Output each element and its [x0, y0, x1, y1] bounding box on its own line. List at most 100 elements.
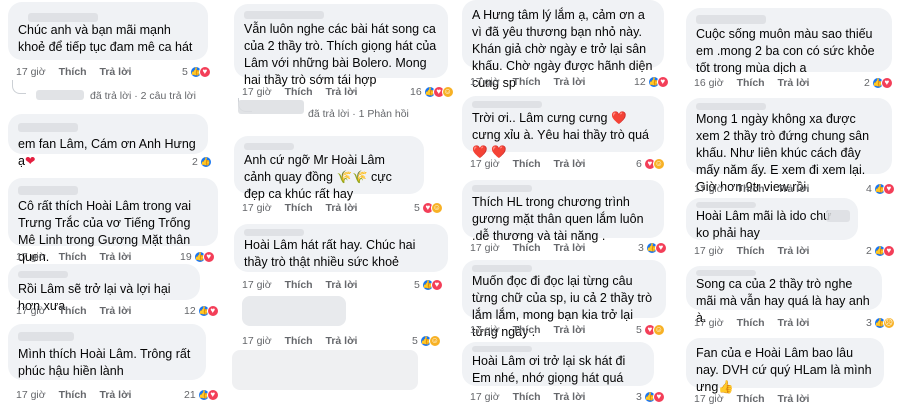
replies-count: 2 câu trả lời	[140, 90, 196, 102]
like-link[interactable]: Thích	[737, 183, 765, 195]
like-link[interactable]: Thích	[513, 242, 541, 254]
commenter-name-redacted	[18, 271, 68, 278]
comment-time: 17 giờ	[470, 76, 500, 88]
comment-meta: 17 giờ Thích Trả lời	[470, 391, 585, 403]
reply-link[interactable]: Trả lời	[778, 77, 810, 89]
reaction-summary[interactable]: 21 👍 ♥	[184, 389, 219, 401]
reply-link[interactable]: Trả lời	[100, 305, 132, 317]
like-link[interactable]: Thích	[513, 324, 541, 336]
reply-link[interactable]: Trả lời	[326, 279, 358, 291]
reaction-summary[interactable]: 3 👍 ☹	[866, 317, 895, 329]
replied-label: đã trả lời	[308, 108, 350, 120]
reaction-count: 12	[634, 76, 646, 88]
comment-text: Cuộc sống muôn màu sao thiếu em .mong 2 …	[696, 27, 875, 75]
reply-link[interactable]: Trả lời	[326, 202, 358, 214]
comment-bubble: Thích HL trong chương trình gương mặt th…	[462, 180, 664, 243]
reply-link[interactable]: Trả lời	[554, 391, 586, 403]
reply-link[interactable]: Trả lời	[778, 183, 810, 195]
comment-bubble: A Hưng tâm lý lắm ạ, cảm ơn a vì đã yêu …	[462, 0, 664, 90]
reaction-summary[interactable]: 5 👍 ♥	[414, 279, 443, 291]
love-reaction-icon: ♥	[206, 305, 219, 317]
reply-link[interactable]: Trả lời	[100, 66, 132, 78]
reply-link[interactable]: Trả lời	[554, 242, 586, 254]
commenter-name-redacted	[472, 346, 532, 352]
comment-bubble: Mình thích Hoài Lâm. Trông rất phúc hậu …	[8, 324, 206, 380]
comment-meta: 17 giờ Thích Trả lời	[694, 317, 809, 329]
reply-link[interactable]: Trả lời	[554, 76, 586, 88]
like-link[interactable]: Thích	[737, 77, 765, 89]
reaction-summary[interactable]: 3 👍 ♥	[636, 391, 665, 403]
reaction-summary[interactable]: 5 ♥ ☺	[636, 324, 665, 336]
like-link[interactable]: Thích	[513, 76, 541, 88]
like-link[interactable]: Thích	[59, 66, 87, 78]
sad-reaction-icon: ☹	[882, 317, 895, 329]
reaction-summary[interactable]: 2 👍 ♥	[864, 77, 893, 89]
reaction-summary[interactable]: 12 👍 ♥	[634, 76, 669, 88]
comment-text: em fan Lâm, Cám ơn Anh Hưng ạ❤	[18, 137, 196, 168]
like-link[interactable]: Thích	[285, 279, 313, 291]
reply-link[interactable]: Trả lời	[554, 158, 586, 170]
love-reaction-icon: ♥	[198, 66, 211, 78]
commenter-name-redacted	[18, 186, 78, 195]
reaction-summary[interactable]: 19 👍 ♥	[180, 251, 215, 263]
like-link[interactable]: Thích	[513, 158, 541, 170]
reply-link[interactable]: Trả lời	[100, 251, 132, 263]
like-link[interactable]: Thích	[285, 202, 313, 214]
comment-time: 17 giờ	[16, 305, 46, 317]
reaction-summary[interactable]: 5 👍 ☺	[412, 335, 441, 347]
love-reaction-icon: ♥	[430, 279, 443, 291]
like-link[interactable]: Thích	[285, 335, 313, 347]
reaction-summary[interactable]: 3 👍 ♥	[638, 242, 667, 254]
comment-time: 17 giờ	[470, 158, 500, 170]
comment-meta: 17 giờ Thích Trả lời	[16, 66, 131, 78]
reaction-summary[interactable]: 5 👍 ♥	[182, 66, 211, 78]
comment-time: 17 giờ	[242, 86, 272, 98]
comment-meta: 17 giờ Thích Trả lời	[694, 245, 809, 257]
heart-icon: ❤	[24, 154, 36, 168]
like-link[interactable]: Thích	[59, 305, 87, 317]
love-reaction-icon: ♥	[882, 183, 895, 195]
reaction-summary[interactable]: 12 👍 ♥	[184, 305, 219, 317]
reply-thread-link[interactable]: đã trả lời · 2 câu trả lời	[90, 90, 196, 102]
reaction-count: 3	[866, 317, 872, 329]
replied-label: đã trả lời	[90, 90, 132, 102]
like-link[interactable]: Thích	[59, 389, 87, 401]
like-link[interactable]: Thích	[737, 317, 765, 329]
reaction-summary[interactable]: 16 👍 ♥ ☺	[410, 86, 454, 98]
reply-link[interactable]: Trả lời	[778, 317, 810, 329]
reaction-count: 5	[636, 324, 642, 336]
reply-thread-link[interactable]: đã trả lời · 1 Phản hồi	[308, 108, 409, 120]
comment-meta: 17 giờ Thích Trả lời	[16, 251, 131, 263]
commenter-name-redacted	[18, 332, 74, 341]
reaction-summary[interactable]: 6 ♥ ☺	[636, 158, 665, 170]
reply-link[interactable]: Trả lời	[100, 389, 132, 401]
comment-bubble: Cuộc sống muôn màu sao thiếu em .mong 2 …	[686, 8, 892, 75]
comment-meta: 17 giờ Thích Trả lời	[242, 202, 357, 214]
comment-bubble: Vẫn luôn nghe các bài hát song ca của 2 …	[234, 4, 448, 87]
commenter-name-redacted	[472, 101, 542, 108]
comment-time: 17 giờ	[694, 317, 724, 329]
replier-name-redacted	[36, 90, 84, 100]
like-link[interactable]: Thích	[737, 245, 765, 257]
love-reaction-icon: ♥	[880, 77, 893, 89]
reply-link[interactable]: Trả lời	[326, 335, 358, 347]
reaction-count: 19	[180, 251, 192, 263]
reply-link[interactable]: Trả lời	[554, 324, 586, 336]
reply-link[interactable]: Trả lời	[326, 86, 358, 98]
like-link[interactable]: Thích	[59, 251, 87, 263]
comment-meta: 17 giờ Thích Trả lời	[470, 242, 585, 254]
reaction-summary[interactable]: 4 👍 ♥	[866, 183, 895, 195]
like-link[interactable]: Thích	[513, 391, 541, 403]
love-reaction-icon: ♥	[654, 242, 667, 254]
reaction-summary[interactable]: 2 👍	[192, 156, 212, 168]
reply-link[interactable]: Trả lời	[778, 245, 810, 257]
haha-reaction-icon: ☺	[652, 324, 665, 336]
like-link[interactable]: Thích	[737, 393, 765, 404]
like-link[interactable]: Thích	[285, 86, 313, 98]
reaction-summary[interactable]: 2 👍 ♥	[866, 245, 895, 257]
reply-link[interactable]: Trả lời	[778, 393, 810, 404]
comment-meta: 17 giờ Thích Trả lời	[242, 86, 357, 98]
comment-meta: 17 giờ Thích Trả lời	[242, 279, 357, 291]
comment-meta: 16 giờ Thích Trả lời	[694, 77, 809, 89]
reaction-summary[interactable]: 5 ♥ ☺	[414, 202, 443, 214]
